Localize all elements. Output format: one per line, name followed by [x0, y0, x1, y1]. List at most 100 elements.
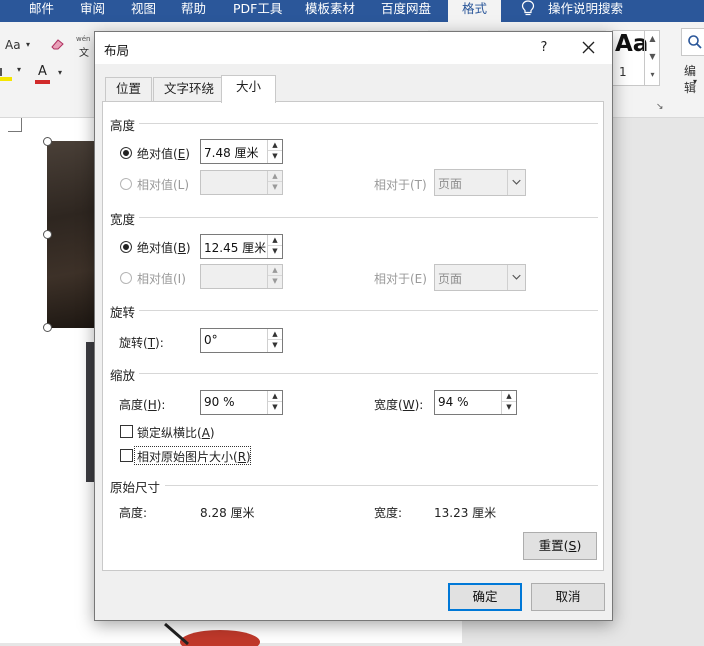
dialog-titlebar[interactable]: 布局 ?: [95, 32, 612, 64]
section-divider: [165, 485, 598, 486]
gallery-scrollbar[interactable]: ▲ ▼ ▾: [644, 30, 660, 86]
close-icon[interactable]: [575, 37, 601, 59]
tab-text-wrapping[interactable]: 文字环绕: [153, 77, 226, 101]
tab-review[interactable]: 审阅: [80, 0, 105, 22]
resize-handle[interactable]: [43, 230, 52, 239]
tell-me-search[interactable]: 操作说明搜索: [548, 0, 623, 22]
rotation-value[interactable]: 0°: [204, 333, 218, 347]
spin-down-icon[interactable]: ▼: [268, 340, 282, 351]
dialog-launcher-icon[interactable]: ↘: [656, 102, 664, 112]
width-absolute-input[interactable]: 12.45 厘米 ▲ ▼: [200, 234, 283, 259]
height-absolute-radio[interactable]: [120, 147, 132, 159]
scale-width-value[interactable]: 94 %: [438, 395, 469, 409]
chevron-down-icon: ▾: [26, 40, 31, 49]
font-color-button[interactable]: A: [35, 64, 51, 84]
height-relative-input: ▲ ▼: [200, 170, 283, 195]
height-relative-radio[interactable]: [120, 178, 132, 190]
width-relative-to-label: 相对于(E): [374, 272, 427, 286]
width-section-title: 宽度: [110, 212, 136, 227]
help-button[interactable]: ?: [533, 37, 555, 59]
tab-help[interactable]: 帮助: [181, 0, 206, 22]
resize-handle[interactable]: [43, 137, 52, 146]
relative-original-size-checkbox[interactable]: [120, 449, 133, 462]
height-absolute-value[interactable]: 7.48 厘米: [204, 144, 259, 161]
chevron-down-icon: [507, 170, 521, 195]
spin-up-icon[interactable]: ▲: [268, 140, 282, 151]
tab-pdf-tools[interactable]: PDF工具: [233, 0, 282, 22]
scale-width-input[interactable]: 94 % ▲ ▼: [434, 390, 517, 415]
spin-down-icon[interactable]: ▼: [268, 402, 282, 413]
spin-down-icon[interactable]: ▼: [268, 151, 282, 162]
width-absolute-value[interactable]: 12.45 厘米: [204, 239, 266, 256]
tab-mailings[interactable]: 邮件: [29, 0, 54, 22]
spin-up-icon[interactable]: ▲: [268, 329, 282, 340]
rotation-label[interactable]: 旋转(T):: [119, 334, 164, 351]
tab-size[interactable]: 大小: [221, 75, 277, 103]
relative-original-size-label[interactable]: 相对原始图片大小(R): [137, 448, 251, 465]
width-absolute-label[interactable]: 绝对值(B): [137, 239, 191, 256]
phonetic-guide-button[interactable]: 文: [79, 44, 89, 59]
height-relative-label: 相对值(L): [137, 178, 190, 192]
search-icon: [688, 35, 702, 49]
reset-button[interactable]: 重置(S): [523, 532, 597, 560]
width-relative-radio[interactable]: [120, 272, 132, 284]
lightbulb-icon: [521, 0, 535, 16]
tab-position[interactable]: 位置: [105, 77, 153, 101]
cancel-button[interactable]: 取消: [531, 583, 605, 611]
original-width-value: 13.23 厘米: [434, 506, 497, 520]
scale-height-input[interactable]: 90 % ▲ ▼: [200, 390, 283, 415]
tab-template[interactable]: 模板素材: [305, 0, 355, 22]
eraser-icon[interactable]: [50, 37, 66, 51]
spin-up-icon: ▲: [268, 171, 282, 182]
page-margin-marker: [8, 118, 22, 132]
width-absolute-radio[interactable]: [120, 241, 132, 253]
spin-down-icon[interactable]: ▼: [502, 402, 516, 413]
tab-view[interactable]: 视图: [131, 0, 156, 22]
chevron-down-icon: ▾: [58, 68, 63, 77]
section-divider: [139, 373, 598, 374]
size-panel: 高度 绝对值(E) 7.48 厘米 ▲ ▼ 相对值(L) ▲ ▼ 相对于(T) 页面…: [102, 101, 604, 571]
spinner[interactable]: ▲ ▼: [267, 235, 282, 258]
spin-up-icon[interactable]: ▲: [268, 391, 282, 402]
width-relative-to-select: 页面: [434, 264, 526, 291]
spinner[interactable]: ▲ ▼: [501, 391, 516, 414]
selected-image[interactable]: [47, 141, 97, 328]
width-relative-label: 相对值(I): [137, 272, 186, 286]
spin-down-icon: ▼: [272, 277, 278, 285]
resize-handle[interactable]: [43, 323, 52, 332]
gallery-more-icon[interactable]: ▾: [645, 66, 660, 84]
spin-up-icon[interactable]: ▲: [268, 235, 282, 246]
spin-up-icon[interactable]: ▲: [502, 391, 516, 402]
height-absolute-label[interactable]: 绝对值(E): [137, 145, 190, 162]
change-case-button[interactable]: Aa: [5, 38, 21, 52]
tab-format[interactable]: 格式: [448, 0, 502, 22]
tab-baidu-netdisk[interactable]: 百度网盘: [381, 0, 431, 22]
scale-height-value[interactable]: 90 %: [204, 395, 235, 409]
rotation-input[interactable]: 0° ▲ ▼: [200, 328, 283, 353]
find-button[interactable]: [681, 28, 704, 56]
scroll-up-icon[interactable]: ▲: [645, 30, 660, 48]
ok-button[interactable]: 确定: [448, 583, 522, 611]
dialog-title: 布局: [104, 43, 130, 58]
highlight-icon[interactable]: [0, 66, 12, 81]
lock-aspect-ratio-checkbox[interactable]: [120, 425, 133, 438]
spinner[interactable]: ▲ ▼: [267, 329, 282, 352]
section-divider: [139, 310, 598, 311]
original-height-value: 8.28 厘米: [200, 506, 255, 520]
scale-width-label[interactable]: 宽度(W):: [374, 396, 423, 413]
height-absolute-input[interactable]: 7.48 厘米 ▲ ▼: [200, 139, 283, 164]
spin-down-icon[interactable]: ▼: [268, 246, 282, 257]
scroll-down-icon[interactable]: ▼: [645, 48, 660, 66]
ribbon-tab-bar: 邮件 审阅 视图 帮助 PDF工具 模板素材 百度网盘 格式 操作说明搜索: [0, 0, 704, 22]
lock-aspect-ratio-label[interactable]: 锁定纵横比(A): [137, 424, 215, 441]
height-relative-to-label: 相对于(T): [374, 178, 427, 192]
original-width-label: 宽度:: [374, 506, 403, 520]
style-number: 1: [619, 65, 627, 79]
chevron-down-icon: ▾: [17, 65, 22, 74]
scale-height-label[interactable]: 高度(H):: [119, 396, 165, 413]
original-size-section-title: 原始尺寸: [110, 480, 161, 495]
spin-up-icon: ▲: [268, 265, 282, 276]
spinner[interactable]: ▲ ▼: [267, 140, 282, 163]
spinner[interactable]: ▲ ▼: [267, 391, 282, 414]
spin-down-icon: ▼: [272, 183, 278, 191]
